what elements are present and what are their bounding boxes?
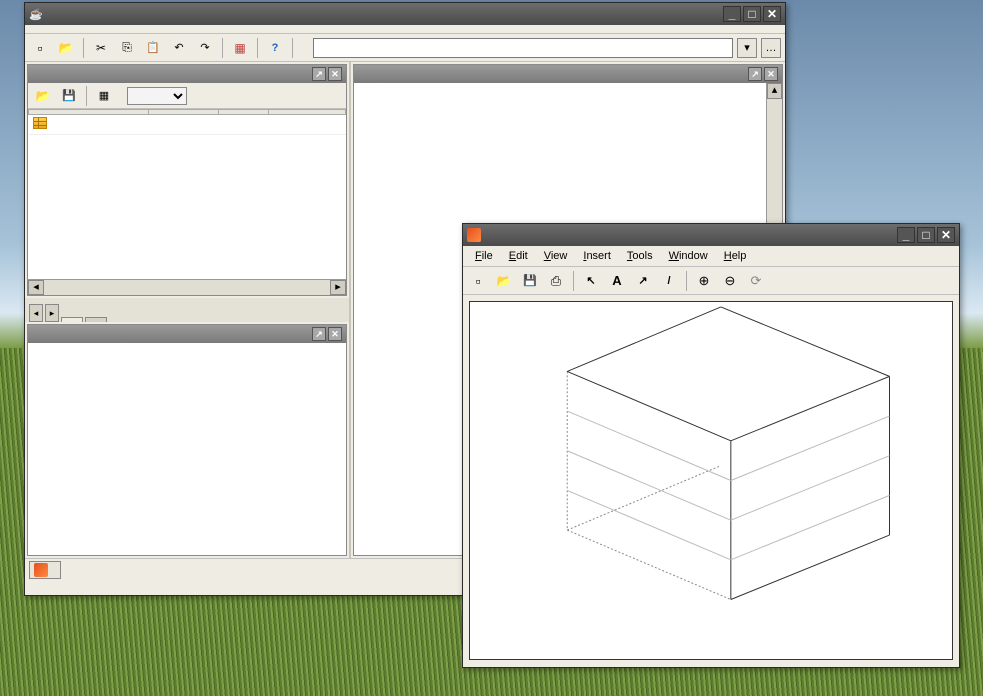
- cut-icon[interactable]: [90, 37, 112, 59]
- panel-close-icon[interactable]: ✕: [328, 67, 342, 81]
- tab-next-icon[interactable]: ▸: [45, 304, 59, 322]
- variable-icon: [33, 117, 47, 129]
- menu-view[interactable]: [61, 27, 77, 31]
- save-figure-icon[interactable]: [519, 270, 541, 292]
- command-window-header[interactable]: ↗ ✕: [354, 65, 782, 83]
- zoom-in-icon[interactable]: [693, 270, 715, 292]
- menu-edit[interactable]: [45, 27, 61, 31]
- open-file-icon[interactable]: [55, 37, 77, 59]
- start-button[interactable]: [29, 561, 61, 579]
- matlab-toolbar: ▾ …: [25, 34, 785, 62]
- figure-titlebar[interactable]: _ □ ✕: [463, 224, 959, 246]
- copy-icon[interactable]: [116, 37, 138, 59]
- toolbar-separator: [257, 38, 258, 58]
- toolbar-separator: [573, 271, 574, 291]
- menu-web[interactable]: [77, 27, 93, 31]
- current-directory-input[interactable]: [313, 38, 733, 58]
- paste-icon[interactable]: [142, 37, 164, 59]
- tab-prev-icon[interactable]: ◂: [29, 304, 43, 322]
- table-row[interactable]: [29, 115, 346, 135]
- current-directory-dropdown-icon[interactable]: ▾: [737, 38, 757, 58]
- figmenu-file[interactable]: File: [467, 248, 501, 264]
- java-icon: ☕: [29, 8, 43, 21]
- panel-close-icon[interactable]: ✕: [328, 327, 342, 341]
- matlab-menubar: [25, 25, 785, 34]
- figure-axes[interactable]: [469, 301, 953, 660]
- edit-plot-icon[interactable]: [580, 270, 602, 292]
- figmenu-insert[interactable]: Insert: [575, 248, 619, 264]
- print-figure-icon[interactable]: [545, 270, 567, 292]
- redo-icon[interactable]: [194, 37, 216, 59]
- ws-open-icon[interactable]: [32, 85, 54, 107]
- rotate-3d-icon[interactable]: [745, 270, 767, 292]
- history-line[interactable]: [32, 353, 342, 355]
- workspace-panel: ↗ ✕ ▦: [27, 64, 347, 296]
- command-history-header[interactable]: ↗ ✕: [28, 325, 346, 343]
- help-icon[interactable]: [264, 37, 286, 59]
- open-figure-icon[interactable]: [493, 270, 515, 292]
- command-history-list[interactable]: [28, 343, 346, 555]
- ws-save-icon[interactable]: [58, 85, 80, 107]
- menu-file[interactable]: [29, 27, 45, 31]
- figure-menubar: File Edit View Insert Tools Window Help: [463, 246, 959, 267]
- toolbar-separator: [222, 38, 223, 58]
- minimize-button[interactable]: _: [897, 227, 915, 243]
- menu-help[interactable]: [109, 27, 125, 31]
- var-class: [269, 115, 346, 135]
- maximize-button[interactable]: □: [917, 227, 935, 243]
- workspace-toolbar: ▦: [28, 83, 346, 109]
- workspace-table[interactable]: [28, 109, 346, 279]
- close-button[interactable]: ✕: [763, 6, 781, 22]
- insert-arrow-icon[interactable]: [632, 270, 654, 292]
- figure-toolbar: [463, 267, 959, 295]
- figmenu-edit[interactable]: Edit: [501, 248, 536, 264]
- stack-select[interactable]: [127, 87, 187, 105]
- workspace-hscrollbar[interactable]: ◂ ▸: [28, 279, 346, 295]
- undock-icon[interactable]: ↗: [312, 67, 326, 81]
- scroll-right-icon[interactable]: ▸: [330, 280, 346, 295]
- matlab-logo-icon: [34, 563, 48, 577]
- tab-workspace[interactable]: [61, 317, 83, 322]
- new-figure-icon[interactable]: [467, 270, 489, 292]
- maximize-button[interactable]: □: [743, 6, 761, 22]
- toolbar-separator: [86, 86, 87, 106]
- browse-directory-button[interactable]: …: [761, 38, 781, 58]
- figure-body: [463, 295, 959, 666]
- scroll-left-icon[interactable]: ◂: [28, 280, 44, 295]
- minimize-button[interactable]: _: [723, 6, 741, 22]
- workspace-header[interactable]: ↗ ✕: [28, 65, 346, 83]
- matlab-logo-icon: [467, 228, 481, 242]
- undock-icon[interactable]: ↗: [312, 327, 326, 341]
- undock-icon[interactable]: ↗: [748, 67, 762, 81]
- tab-current-directory[interactable]: [85, 317, 107, 322]
- panel-close-icon[interactable]: ✕: [764, 67, 778, 81]
- simulink-icon[interactable]: [229, 37, 251, 59]
- scroll-up-icon[interactable]: ▴: [767, 83, 782, 99]
- figmenu-tools[interactable]: Tools: [619, 248, 661, 264]
- toolbar-separator: [292, 38, 293, 58]
- insert-line-icon[interactable]: [658, 270, 680, 292]
- var-size: [149, 115, 219, 135]
- close-button[interactable]: ✕: [937, 227, 955, 243]
- new-file-icon[interactable]: [29, 37, 51, 59]
- figmenu-window[interactable]: Window: [661, 248, 716, 264]
- figure-window: _ □ ✕ File Edit View Insert Tools Window…: [462, 223, 960, 668]
- scroll-track[interactable]: [44, 280, 330, 295]
- menu-window[interactable]: [93, 27, 109, 31]
- figmenu-view[interactable]: View: [536, 248, 576, 264]
- insert-text-icon[interactable]: [606, 270, 628, 292]
- ws-print-icon[interactable]: ▦: [93, 85, 115, 107]
- undo-icon[interactable]: [168, 37, 190, 59]
- toolbar-separator: [83, 38, 84, 58]
- zoom-out-icon[interactable]: [719, 270, 741, 292]
- matlab-titlebar[interactable]: ☕ _ □ ✕: [25, 3, 785, 25]
- mesh-plot: [470, 302, 952, 659]
- command-history-panel: ↗ ✕: [27, 324, 347, 556]
- var-bytes: [219, 115, 269, 135]
- toolbar-separator: [686, 271, 687, 291]
- workspace-tabbar: ◂ ▸: [25, 298, 349, 322]
- figmenu-help[interactable]: Help: [716, 248, 755, 264]
